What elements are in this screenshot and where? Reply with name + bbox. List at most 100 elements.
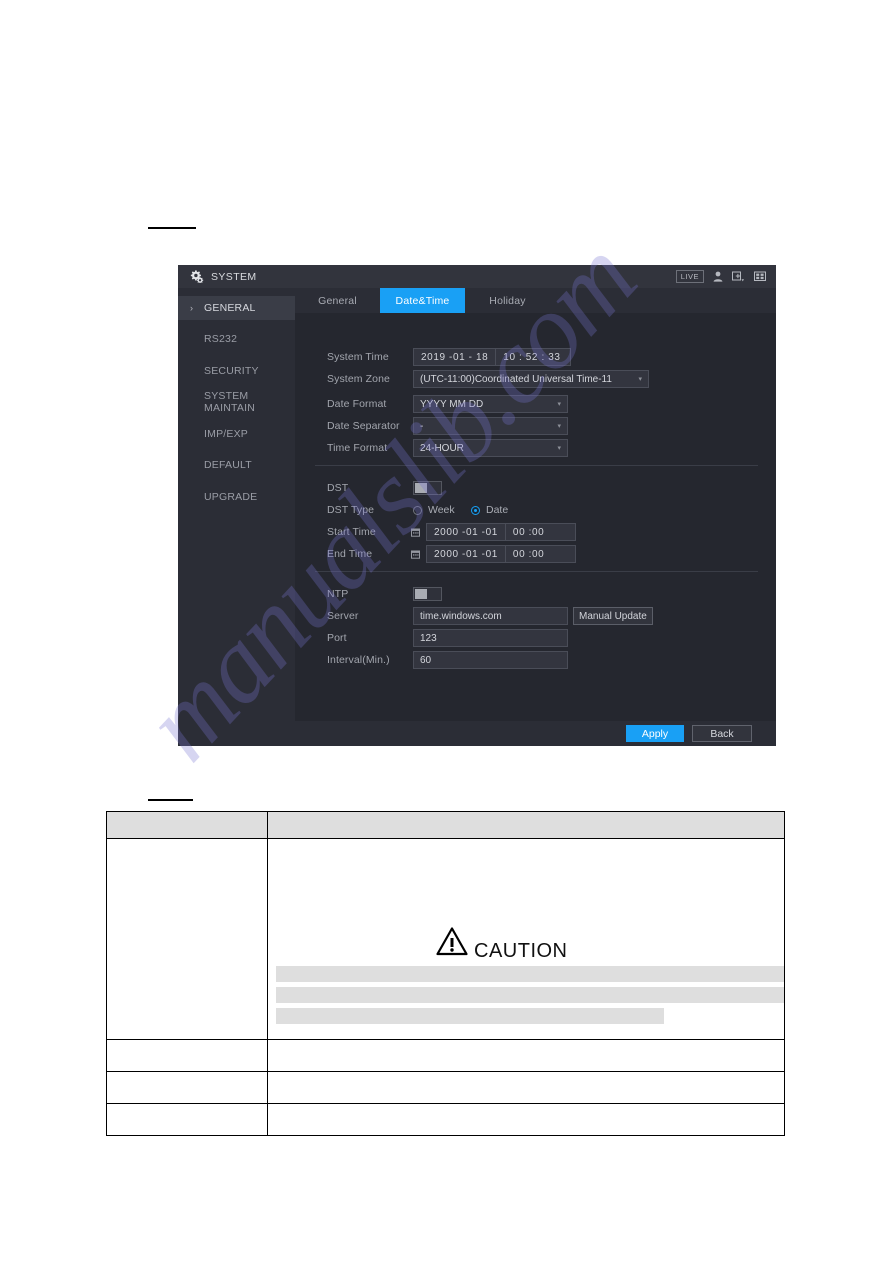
end-time-label: End Time [327, 548, 373, 560]
manual-update-button[interactable]: Manual Update [573, 607, 653, 625]
table-cell-param [106, 1103, 268, 1136]
table-header-cell-a [106, 811, 268, 839]
date-separator-value: - [420, 420, 424, 432]
sidebar: › GENERAL RS232 SECURITY SYSTEM MAINTAIN… [178, 288, 295, 746]
system-zone-select[interactable]: (UTC-11:00)Coordinated Universal Time-11… [413, 370, 649, 388]
sidebar-item-label: SECURITY [204, 364, 259, 377]
tab-date-time[interactable]: Date&Time [380, 288, 465, 313]
interval-label: Interval(Min.) [327, 654, 390, 666]
start-time-label: Start Time [327, 526, 376, 538]
apply-button[interactable]: Apply [626, 725, 684, 742]
dst-label: DST [327, 482, 349, 494]
content-area: General Date&Time Holiday System Time 20… [295, 288, 776, 746]
sidebar-item-label: UPGRADE [204, 490, 258, 503]
dst-type-date-radio[interactable]: Date [471, 504, 508, 516]
sidebar-item-label: DEFAULT [204, 459, 252, 472]
port-value: 123 [420, 632, 437, 644]
chevron-down-icon: ▾ [557, 423, 561, 430]
sidebar-item-system-maintain[interactable]: SYSTEM MAINTAIN [178, 390, 295, 415]
start-time-date: 2000 -01 -01 [434, 526, 498, 538]
date-format-label: Date Format [327, 398, 387, 410]
port-input[interactable]: 123 [413, 629, 568, 647]
port-label: Port [327, 632, 347, 644]
row-end-time: End Time 2000 -01 -01 00 :00 [295, 543, 776, 565]
window-titlebar: SYSTEM LIVE [178, 265, 776, 288]
toggle-knob [415, 483, 427, 493]
tab-filler [550, 288, 776, 313]
parameter-table: CAUTION [106, 811, 785, 1136]
interval-value: 60 [420, 654, 432, 666]
server-input[interactable]: time.windows.com [413, 607, 568, 625]
table-cell-description [267, 1103, 785, 1136]
row-server: Server time.windows.com Manual Update [295, 605, 776, 627]
start-time-time: 00 :00 [512, 526, 545, 538]
section-divider-1 [315, 465, 758, 466]
table-row [106, 1039, 785, 1072]
redaction-bar [276, 966, 784, 982]
sidebar-item-rs232[interactable]: RS232 [178, 328, 295, 352]
sidebar-item-label: RS232 [204, 333, 238, 346]
calendar-icon [411, 528, 420, 537]
warning-triangle-icon [436, 927, 468, 961]
footer-bar: Apply Back [295, 721, 776, 746]
back-button[interactable]: Back [692, 725, 752, 742]
dst-type-week-radio[interactable]: Week [413, 504, 455, 516]
ntp-toggle[interactable] [413, 587, 442, 601]
dvr-system-window: SYSTEM LIVE › GENERAL RS232 SECURITY SYS… [178, 265, 776, 746]
table-header-row [106, 811, 785, 839]
figure-caption-rule [148, 227, 196, 229]
sidebar-item-default[interactable]: DEFAULT [178, 454, 295, 478]
section-divider-2 [315, 571, 758, 572]
system-time-input[interactable]: 2019 -01 - 18 10 : 52 : 33 [413, 348, 571, 366]
radio-icon-selected [471, 505, 480, 515]
table-row: CAUTION [106, 838, 785, 1040]
row-dst: DST [295, 477, 776, 499]
chevron-down-icon: ▾ [557, 401, 561, 408]
chevron-down-icon: ▾ [557, 445, 561, 452]
table-cell-description [267, 1039, 785, 1072]
server-value: time.windows.com [420, 610, 502, 622]
dst-toggle[interactable] [413, 481, 442, 495]
sidebar-item-security[interactable]: SECURITY [178, 359, 295, 383]
table-header-cell-b [267, 811, 785, 839]
time-format-label: Time Format [327, 442, 388, 454]
user-icon[interactable] [713, 271, 723, 282]
logout-icon[interactable] [732, 271, 745, 282]
table-cell-param [106, 838, 268, 1040]
calendar-icon [411, 550, 420, 559]
tab-holiday[interactable]: Holiday [465, 288, 550, 313]
interval-input[interactable]: 60 [413, 651, 568, 669]
system-zone-value: (UTC-11:00)Coordinated Universal Time-11 [420, 373, 612, 385]
gear-icon [190, 270, 204, 283]
ntp-label: NTP [327, 588, 349, 600]
chevron-down-icon: ▾ [638, 376, 642, 383]
date-separator-select[interactable]: - ▾ [413, 417, 568, 435]
sidebar-item-label: SYSTEM MAINTAIN [204, 390, 255, 415]
end-time-date: 2000 -01 -01 [434, 548, 498, 560]
time-format-select[interactable]: 24-HOUR ▾ [413, 439, 568, 457]
grid-icon[interactable] [754, 271, 766, 282]
sidebar-item-upgrade[interactable]: UPGRADE [178, 485, 295, 509]
tab-general[interactable]: General [295, 288, 380, 313]
row-time-format: Time Format 24-HOUR ▾ [295, 437, 776, 459]
row-start-time: Start Time 2000 -01 -01 00 :00 [295, 521, 776, 543]
server-label: Server [327, 610, 359, 622]
dst-type-week-label: Week [428, 504, 455, 516]
window-title: SYSTEM [211, 270, 257, 283]
row-port: Port 123 [295, 627, 776, 649]
system-time-date: 2019 -01 - 18 [421, 351, 489, 363]
sidebar-item-imp-exp[interactable]: IMP/EXP [178, 422, 295, 446]
end-time-input[interactable]: 2000 -01 -01 00 :00 [426, 545, 576, 563]
radio-icon [413, 505, 422, 515]
sidebar-item-label: IMP/EXP [204, 427, 248, 440]
sidebar-item-general[interactable]: › GENERAL [178, 296, 295, 320]
table-row [106, 1071, 785, 1104]
date-separator-label: Date Separator [327, 420, 400, 432]
caution-label: CAUTION [474, 940, 568, 962]
dst-type-date-label: Date [486, 504, 509, 516]
start-time-input[interactable]: 2000 -01 -01 00 :00 [426, 523, 576, 541]
date-format-select[interactable]: YYYY MM DD ▾ [413, 395, 568, 413]
table-cell-param [106, 1039, 268, 1072]
row-system-time: System Time 2019 -01 - 18 10 : 52 : 33 [295, 346, 776, 368]
table-cell-param [106, 1071, 268, 1104]
